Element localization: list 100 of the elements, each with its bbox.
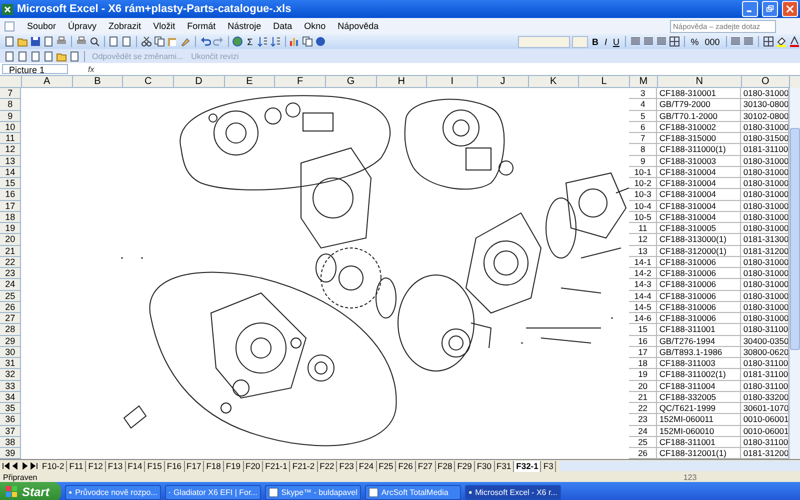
sheet-tab[interactable]: F12: [86, 460, 106, 472]
table-cell: CF188-310004: [657, 200, 742, 212]
horizontal-scrollbar[interactable]: [560, 461, 800, 471]
sheet-tab[interactable]: F30: [474, 460, 494, 472]
thousands-button[interactable]: 000: [702, 36, 722, 46]
print-preview-icon[interactable]: [88, 36, 100, 47]
document-icon[interactable]: [17, 50, 28, 62]
table-cell: CF188-311000(1): [657, 144, 742, 156]
table-cell: CF188-332005: [657, 392, 742, 403]
table-cell: CF188-313000(1): [657, 234, 742, 246]
bold-button[interactable]: B: [590, 36, 600, 46]
close-icon: [785, 4, 795, 14]
sheet-tab[interactable]: F26: [396, 460, 416, 472]
autosum-button[interactable]: Σ: [245, 36, 255, 46]
menu-item[interactable]: Zobrazit: [108, 21, 142, 31]
sort-ascending-icon[interactable]: [256, 36, 268, 47]
sheet-tab[interactable]: F24: [356, 460, 377, 472]
sheet-tab[interactable]: F29: [455, 460, 475, 472]
sheet-tab[interactable]: F25: [376, 460, 396, 472]
save-icon[interactable]: [30, 36, 41, 47]
sheet-tab[interactable]: F15: [145, 460, 165, 472]
sheet-tab[interactable]: F18: [204, 460, 224, 472]
sheet-tab[interactable]: F11: [67, 460, 86, 472]
sheet-tab[interactable]: F10-2: [40, 460, 68, 472]
sheet-tab[interactable]: F16: [164, 460, 185, 472]
taskbar-button[interactable]: Microsoft Excel - X6 r...: [465, 484, 562, 500]
document-icon[interactable]: [43, 50, 54, 62]
menu-item[interactable]: Úpravy: [68, 21, 97, 31]
table-cell: 152MI-060011: [657, 414, 742, 426]
name-box[interactable]: Picture 1: [2, 64, 68, 74]
undo-icon[interactable]: [200, 36, 210, 47]
sheet-tab[interactable]: F21-2: [290, 460, 318, 472]
italic-button[interactable]: I: [602, 36, 609, 46]
menu-item[interactable]: Formát: [187, 21, 216, 31]
document-icon[interactable]: [30, 50, 41, 62]
sheet-tab[interactable]: F19: [224, 460, 244, 472]
sheet-tab[interactable]: F13: [106, 460, 126, 472]
table-cell: 24: [629, 426, 658, 437]
menu-item[interactable]: Data: [273, 21, 292, 31]
column-header[interactable]: M: [630, 76, 658, 88]
sheet-tab[interactable]: F31: [494, 460, 514, 472]
table-cell: 3: [629, 88, 658, 100]
table-cell: CF188-311002(1): [657, 369, 742, 380]
menu-item[interactable]: Okno: [304, 21, 326, 31]
font-size-field[interactable]: [572, 36, 588, 48]
menu-item[interactable]: Soubor: [27, 21, 56, 31]
column-header[interactable]: O: [742, 76, 790, 88]
borders-icon[interactable]: [763, 36, 774, 47]
print-icon[interactable]: [56, 36, 67, 47]
document-icon[interactable]: [4, 50, 15, 62]
table-cell: 10-2: [629, 178, 658, 190]
flag-icon: [6, 486, 18, 498]
new-document-icon[interactable]: [4, 36, 15, 47]
copy-icon[interactable]: [154, 36, 165, 47]
table-cell: 14-5: [629, 302, 658, 313]
close-button[interactable]: [782, 1, 798, 17]
sheet-tab[interactable]: F3: [541, 460, 556, 472]
table-cell: 10-4: [629, 200, 658, 212]
menu-item[interactable]: Vložit: [153, 21, 176, 31]
start-button[interactable]: Start: [0, 482, 62, 500]
chart-icon[interactable]: [289, 36, 300, 47]
taskbar-button[interactable]: Skype™ - buldapavel: [265, 484, 362, 500]
font-color-icon[interactable]: [789, 36, 800, 47]
sheet-tab[interactable]: F28: [436, 460, 456, 472]
minimize-button[interactable]: [742, 1, 758, 17]
sheet-tab[interactable]: F21-1: [263, 460, 290, 472]
percent-button[interactable]: %: [688, 36, 701, 46]
sheet-tab[interactable]: F17: [184, 460, 204, 472]
table-cell: CF188-310004: [657, 166, 742, 178]
sheet-tab[interactable]: F23: [337, 460, 357, 472]
taskbar-button[interactable]: Gladiator X6 EFI | For...: [165, 484, 262, 500]
taskbar-button[interactable]: Průvodce nově rozpo...: [65, 484, 162, 500]
sheet-tab[interactable]: F14: [126, 460, 146, 472]
fill-color-icon[interactable]: [776, 36, 788, 47]
cut-icon[interactable]: [140, 36, 152, 47]
taskbar-button[interactable]: ArcSoft TotalMedia: [365, 484, 462, 500]
tab-navigation-icon[interactable]: [0, 460, 40, 472]
table-cell: CF188-310006: [657, 279, 742, 290]
document-icon[interactable]: [69, 50, 80, 62]
table-cell: CF188-312000(1): [657, 246, 742, 257]
sheet-tab[interactable]: F22: [318, 460, 338, 472]
open-folder-icon[interactable]: [17, 36, 28, 47]
sheet-tab[interactable]: F27: [416, 460, 436, 472]
align-left-icon[interactable]: [630, 36, 642, 47]
sheet-tab[interactable]: F32-1: [514, 460, 542, 472]
sheet-tab[interactable]: F20: [244, 460, 264, 472]
underline-button[interactable]: U: [610, 36, 622, 46]
table-cell: 8: [629, 144, 658, 156]
menu-item[interactable]: Nápověda: [338, 21, 379, 31]
print-icon[interactable]: [76, 36, 87, 47]
table-cell: CF188-311004: [657, 380, 742, 392]
sort-descending-icon[interactable]: [270, 36, 281, 47]
font-name-field[interactable]: [518, 36, 570, 48]
window-title: Microsoft Excel - X6 rám+plasty-Parts-catalogue-.xls: [17, 3, 292, 15]
restore-button[interactable]: [762, 1, 778, 17]
column-header[interactable]: N: [658, 76, 742, 88]
format-painter-icon[interactable]: [180, 36, 191, 47]
scrollbar-thumb[interactable]: [790, 128, 800, 350]
menu-item[interactable]: Nástroje: [228, 21, 262, 31]
table-cell: GB/T70.1-2000: [657, 110, 742, 122]
